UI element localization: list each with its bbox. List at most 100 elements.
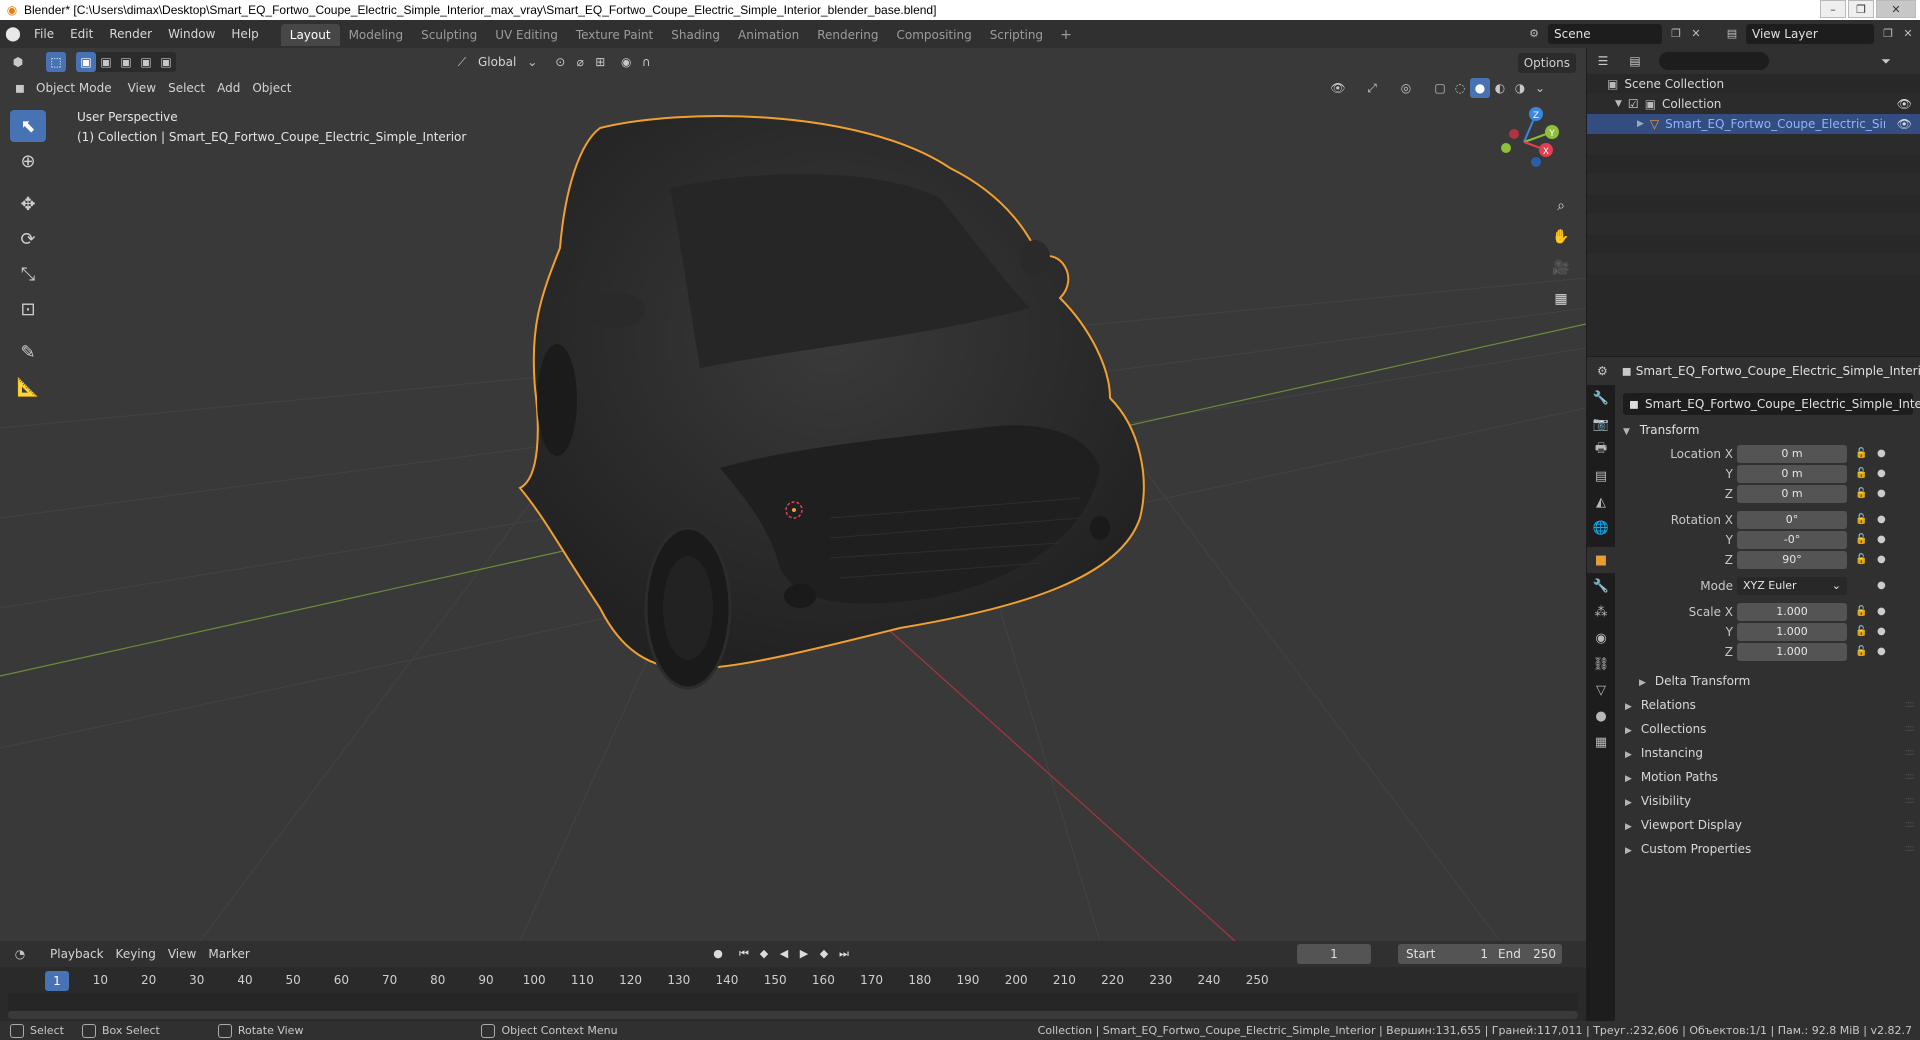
intersect-selection-icon[interactable]: ▣ [156,52,176,72]
transform-tool-icon[interactable]: ⊡ [10,293,46,325]
tab-texture-paint[interactable]: Texture Paint [567,24,662,46]
tab-sculpting[interactable]: Sculpting [412,24,486,46]
set-selection-icon[interactable]: ▣ [76,52,96,72]
editor-type-icon[interactable]: ⬢ [8,52,28,72]
timeline-track[interactable] [8,993,1578,1011]
location-x-field[interactable]: 0 m [1737,445,1847,463]
custom-properties-panel[interactable]: ▶ Custom Properties :::: [1615,838,1920,860]
modifier-tab-icon[interactable]: 🔧 [1587,573,1615,599]
delta-transform-panel[interactable]: ▶ Delta Transform [1615,670,1920,692]
keyframe-dot-icon[interactable]: ● [1877,444,1886,464]
tab-uv-editing[interactable]: UV Editing [486,24,567,46]
select-mode-icon[interactable]: ⬚ [46,52,66,72]
wireframe-shading-icon[interactable]: ◌ [1450,78,1470,98]
snap-icon[interactable]: ⌀ [570,52,590,72]
menu-render[interactable]: Render [101,23,160,45]
location-z-field[interactable]: 0 m [1737,485,1847,503]
drag-handle-icon[interactable]: :::: [1905,742,1916,764]
scale-z-field[interactable]: 1.000 [1737,643,1847,661]
current-frame-field[interactable]: 1 [1297,944,1371,964]
keyframe-dot-icon[interactable]: ● [1877,576,1886,596]
rendered-shading-icon[interactable]: ◑ [1510,78,1530,98]
filter-icon[interactable]: ⏷ [1876,51,1896,71]
keyframe-dot-icon[interactable]: ● [1877,642,1886,662]
view-layer-tab-icon[interactable]: ▤ [1587,463,1615,489]
outliner-row-collection[interactable]: ▼ ☑ ▣ Collection 👁 [1587,94,1920,114]
particles-tab-icon[interactable]: ⁂ [1587,599,1615,625]
annotate-tool-icon[interactable]: ✎ [10,336,46,368]
expand-arrow-icon[interactable]: ▶ [1637,114,1644,134]
keyframe-dot-icon[interactable]: ● [1877,530,1886,550]
tool-tab-icon[interactable]: 🔧 [1587,385,1615,411]
ortho-toggle-icon[interactable]: ▦ [1548,286,1574,312]
keyframe-dot-icon[interactable]: ● [1877,464,1886,484]
timeline-menu-marker[interactable]: Marker [202,944,255,964]
lock-icon[interactable]: 🔓 [1855,602,1869,622]
collections-panel[interactable]: ▶ Collections :::: [1615,718,1920,740]
keyframe-dot-icon[interactable]: ● [1877,622,1886,642]
add-workspace-icon[interactable]: + [1052,24,1080,46]
object-name-field[interactable]: ◼ Smart_EQ_Fortwo_Coupe_Electric_Simple_… [1623,393,1920,415]
view-layer-field[interactable]: View Layer [1746,24,1874,44]
prev-keyframe-icon[interactable]: ◆ [754,944,774,964]
output-tab-icon[interactable]: 🖶 [1587,437,1615,463]
timeline-menu-playback[interactable]: Playback [44,944,110,964]
visibility-filter-icon[interactable]: 👁 [1328,78,1348,98]
measure-tool-icon[interactable]: 📐 [10,371,46,403]
lock-icon[interactable]: 🔓 [1855,642,1869,662]
drag-handle-icon[interactable]: :::: [1905,694,1916,716]
keyframe-dot-icon[interactable]: ● [1877,602,1886,622]
viewport-scene[interactable] [0,48,1586,941]
extend-selection-icon[interactable]: ▣ [96,52,116,72]
new-view-layer-icon[interactable]: ❐ [1878,24,1898,44]
world-tab-icon[interactable]: 🌐 [1587,515,1615,541]
object-eye-icon[interactable]: 👁 [1897,114,1912,134]
lock-icon[interactable]: 🔓 [1855,550,1869,570]
scale-tool-icon[interactable]: ⤡ [10,258,46,290]
drag-handle-icon[interactable]: :::: [1905,838,1916,860]
tab-rendering[interactable]: Rendering [808,24,887,46]
scene-icon[interactable]: ⚙ [1524,24,1544,44]
maximize-button[interactable]: ❐ [1848,0,1874,18]
proportional-edit-icon[interactable]: ◉ [616,52,636,72]
drag-handle-icon[interactable]: :::: [1905,790,1916,812]
scene-tab-icon[interactable]: ◭ [1587,489,1615,515]
lock-icon[interactable]: 🔓 [1855,444,1869,464]
mesh-data-tab-icon[interactable]: ▽ [1587,677,1615,703]
jump-end-icon[interactable]: ⏭ [834,944,854,964]
tab-animation[interactable]: Animation [729,24,808,46]
delete-scene-icon[interactable]: ✕ [1686,24,1706,44]
pan-hand-icon[interactable]: ✋ [1548,224,1574,250]
navigation-gizmo[interactable]: Z Y X [1488,106,1560,178]
tab-scripting[interactable]: Scripting [981,24,1052,46]
falloff-icon[interactable]: ∩ [636,52,656,72]
subtract-selection-icon[interactable]: ▣ [116,52,136,72]
render-tab-icon[interactable]: 📷 [1587,411,1615,437]
timeline-scrollbar[interactable] [8,1011,1578,1019]
collection-eye-icon[interactable]: 👁 [1897,94,1912,114]
options-dropdown[interactable]: Options [1517,53,1576,73]
tab-modeling[interactable]: Modeling [340,24,413,46]
drag-handle-icon[interactable]: :::: [1905,718,1916,740]
properties-editor-type-icon[interactable]: ⚙ [1597,361,1608,381]
timeline-menu-view[interactable]: View [162,944,202,964]
next-keyframe-icon[interactable]: ◆ [814,944,834,964]
display-mode-icon[interactable]: ▤ [1625,51,1645,71]
move-tool-icon[interactable]: ✥ [10,188,46,220]
tab-compositing[interactable]: Compositing [887,24,980,46]
menu-help[interactable]: Help [223,23,266,45]
object-tab-icon[interactable]: ■ [1587,547,1615,573]
pivot-point-icon[interactable]: ⊙ [550,52,570,72]
outliner-row-object[interactable]: ▶ ▽ Smart_EQ_Fortwo_Coupe_Electric_Simpl… [1587,114,1920,134]
frame-ruler[interactable]: 1 10 20 30 40 50 60 70 80 90 100 110 120 130 140 150 16… [8,971,1578,991]
view-layer-icon[interactable]: ▤ [1722,24,1742,44]
lock-icon[interactable]: 🔓 [1855,530,1869,550]
object-mode-dropdown[interactable]: Object Mode [30,78,118,98]
checkbox-icon[interactable]: ☑ [1628,94,1639,114]
scene-name-field[interactable]: Scene [1548,24,1662,44]
scale-x-field[interactable]: 1.000 [1737,603,1847,621]
viewport-menu-add[interactable]: Add [211,78,246,98]
lock-icon[interactable]: 🔓 [1855,510,1869,530]
instancing-panel[interactable]: ▶ Instancing :::: [1615,742,1920,764]
record-icon[interactable]: ● [708,944,728,964]
